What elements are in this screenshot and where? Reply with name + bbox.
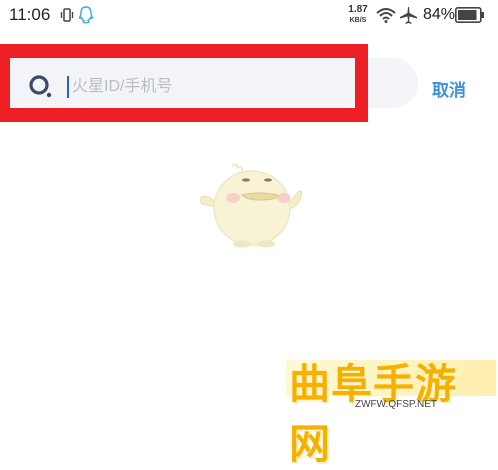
qq-icon [78,6,94,29]
battery-icon [455,7,485,28]
net-speed-value: 1.87 [348,4,368,15]
vibrate-icon [59,8,75,27]
airplane-icon [398,6,418,29]
search-box-end [368,58,418,108]
wifi-icon [376,7,396,28]
watermark-title: 曲阜手游网 [289,360,457,468]
status-bar: 11:06 1.87 KB/S 84% [0,0,498,34]
text-cursor [67,76,69,98]
battery-percent: 84% [423,6,456,23]
search-icon [28,74,54,105]
net-speed: 1.87 KB/S [344,5,372,25]
empty-state-illustration [196,158,304,255]
net-speed-unit: KB/S [349,17,367,24]
search-input[interactable] [72,72,342,102]
status-time: 11:06 [9,5,51,24]
cancel-button[interactable]: 取消 [432,76,466,101]
watermark-url: ZWFW.QFSP.NET [355,399,438,410]
